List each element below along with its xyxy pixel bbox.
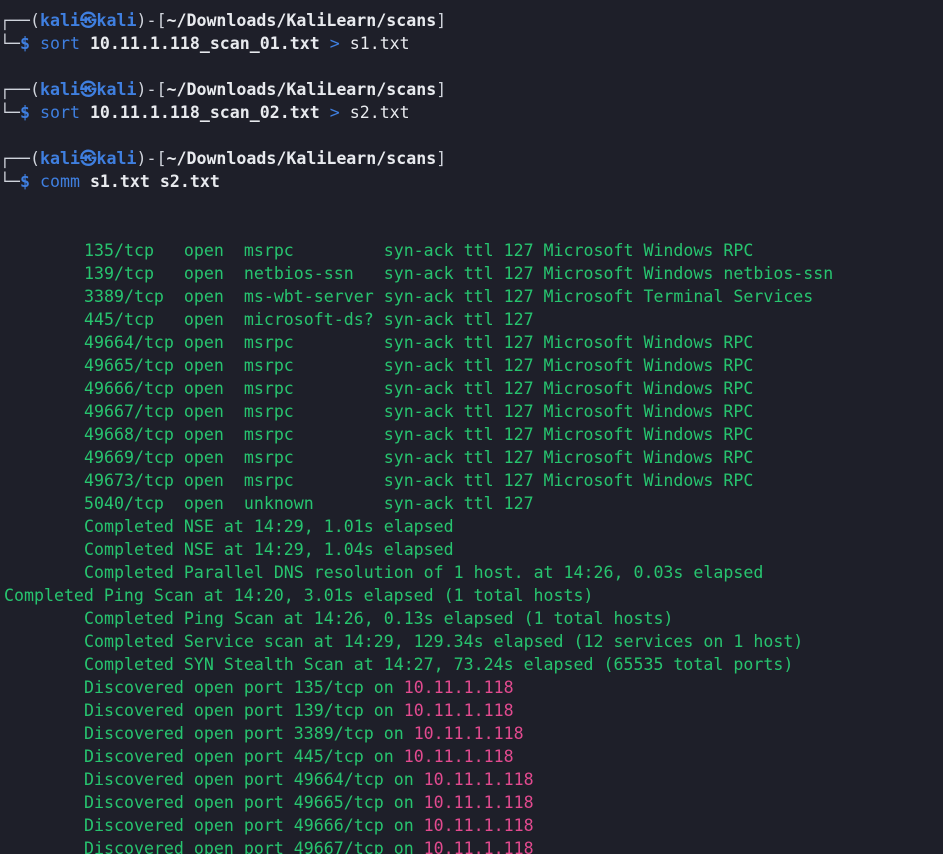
prompt-path: ~/Downloads/KaliLearn/scans <box>166 80 437 99</box>
prompt-header-line: ┌──(kali㉿kali)-[~/Downloads/KaliLearn/sc… <box>0 80 447 99</box>
prompt-path: ~/Downloads/KaliLearn/scans <box>166 149 437 168</box>
ip-address: 10.11.1.118 <box>403 678 514 697</box>
discovered-text: Discovered open port 3389/tcp on <box>84 724 414 743</box>
discovered-line: Discovered open port 139/tcp on 10.11.1.… <box>0 699 943 722</box>
command-name: comm <box>39 172 80 191</box>
prompt-command-line: └─$ sort 10.11.1.118_scan_01.txt > s1.tx… <box>0 34 410 53</box>
port-line: 49666/tcp open msrpc syn-ack ttl 127 Mic… <box>84 379 754 398</box>
discovered-line: Discovered open port 445/tcp on 10.11.1.… <box>0 745 943 768</box>
prompt-host: kali <box>96 11 137 30</box>
discovered-text: Discovered open port 445/tcp on <box>84 747 404 766</box>
discovered-text: Discovered open port 135/tcp on <box>84 678 404 697</box>
port-line: 139/tcp open netbios-ssn syn-ack ttl 127… <box>84 264 834 283</box>
discovered-line: Discovered open port 3389/tcp on 10.11.1… <box>0 722 943 745</box>
port-line: 3389/tcp open ms-wbt-server syn-ack ttl … <box>84 287 814 306</box>
ip-address: 10.11.1.118 <box>403 747 514 766</box>
prompt-command-line: └─$ comm s1.txt s2.txt <box>0 172 220 191</box>
prompt-command-line: └─$ sort 10.11.1.118_scan_02.txt > s2.tx… <box>0 103 410 122</box>
output-line: Completed Ping Scan at 14:26, 0.13s elap… <box>84 609 674 628</box>
port-line: 49667/tcp open msrpc syn-ack ttl 127 Mic… <box>84 402 754 421</box>
kali-skull-icon: ㉿ <box>79 11 97 30</box>
command-output-file: s1.txt <box>349 34 410 53</box>
command-name: sort <box>39 34 80 53</box>
prompt-header-line: ┌──(kali㉿kali)-[~/Downloads/KaliLearn/sc… <box>0 11 447 30</box>
port-line: 135/tcp open msrpc syn-ack ttl 127 Micro… <box>84 241 754 260</box>
discovered-text: Discovered open port 49666/tcp on <box>84 816 424 835</box>
discovered-text: Discovered open port 49667/tcp on <box>84 839 424 854</box>
ip-address: 10.11.1.118 <box>423 816 534 835</box>
command-output-file: s2.txt <box>349 103 410 122</box>
port-line: 49669/tcp open msrpc syn-ack ttl 127 Mic… <box>84 448 754 467</box>
kali-skull-icon: ㉿ <box>79 149 97 168</box>
prompt-path: ~/Downloads/KaliLearn/scans <box>166 11 437 30</box>
discovered-text: Discovered open port 139/tcp on <box>84 701 404 720</box>
prompt-host: kali <box>96 149 137 168</box>
ip-address: 10.11.1.118 <box>423 770 534 789</box>
ip-address: 10.11.1.118 <box>403 701 514 720</box>
output-line: Completed NSE at 14:29, 1.01s elapsed <box>84 517 454 536</box>
terminal-output[interactable]: ┌──(kali㉿kali)-[~/Downloads/KaliLearn/sc… <box>0 9 943 854</box>
output-line: Completed Parallel DNS resolution of 1 h… <box>84 563 764 582</box>
discovered-line: Discovered open port 49664/tcp on 10.11.… <box>0 768 943 791</box>
port-line: 49664/tcp open msrpc syn-ack ttl 127 Mic… <box>84 333 754 352</box>
output-line: Completed NSE at 14:29, 1.04s elapsed <box>84 540 454 559</box>
discovered-line: Discovered open port 49667/tcp on 10.11.… <box>0 837 943 854</box>
discovered-line: Discovered open port 49666/tcp on 10.11.… <box>0 814 943 837</box>
ip-address: 10.11.1.118 <box>423 839 534 854</box>
prompt-user: kali <box>39 80 80 99</box>
kali-skull-icon: ㉿ <box>79 80 97 99</box>
prompt-header-line: ┌──(kali㉿kali)-[~/Downloads/KaliLearn/sc… <box>0 149 447 168</box>
command-arg: s1.txt s2.txt <box>89 172 220 191</box>
output-line: Completed Ping Scan at 14:20, 3.01s elap… <box>4 586 594 605</box>
port-line: 5040/tcp open unknown syn-ack ttl 127 <box>84 494 534 513</box>
discovered-text: Discovered open port 49665/tcp on <box>84 793 424 812</box>
output-line: Completed SYN Stealth Scan at 14:27, 73.… <box>84 655 794 674</box>
prompt-dollar: $ <box>19 103 40 122</box>
command-arg: 10.11.1.118_scan_02.txt <box>89 103 320 122</box>
port-line: 49668/tcp open msrpc syn-ack ttl 127 Mic… <box>84 425 754 444</box>
prompt-user: kali <box>39 149 80 168</box>
command-name: sort <box>39 103 80 122</box>
ip-address: 10.11.1.118 <box>423 793 534 812</box>
output-line: Completed Service scan at 14:29, 129.34s… <box>84 632 804 651</box>
prompt-user: kali <box>39 11 80 30</box>
command-redirect: > <box>329 103 340 122</box>
ip-address: 10.11.1.118 <box>413 724 524 743</box>
command-redirect: > <box>329 34 340 53</box>
port-line: 49665/tcp open msrpc syn-ack ttl 127 Mic… <box>84 356 754 375</box>
port-line: 445/tcp open microsoft-ds? syn-ack ttl 1… <box>84 310 534 329</box>
prompt-dollar: $ <box>19 172 40 191</box>
prompt-dollar: $ <box>19 34 40 53</box>
discovered-text: Discovered open port 49664/tcp on <box>84 770 424 789</box>
command-arg: 10.11.1.118_scan_01.txt <box>89 34 320 53</box>
prompt-host: kali <box>96 80 137 99</box>
discovered-line: Discovered open port 49665/tcp on 10.11.… <box>0 791 943 814</box>
port-line: 49673/tcp open msrpc syn-ack ttl 127 Mic… <box>84 471 754 490</box>
discovered-line: Discovered open port 135/tcp on 10.11.1.… <box>0 676 943 699</box>
